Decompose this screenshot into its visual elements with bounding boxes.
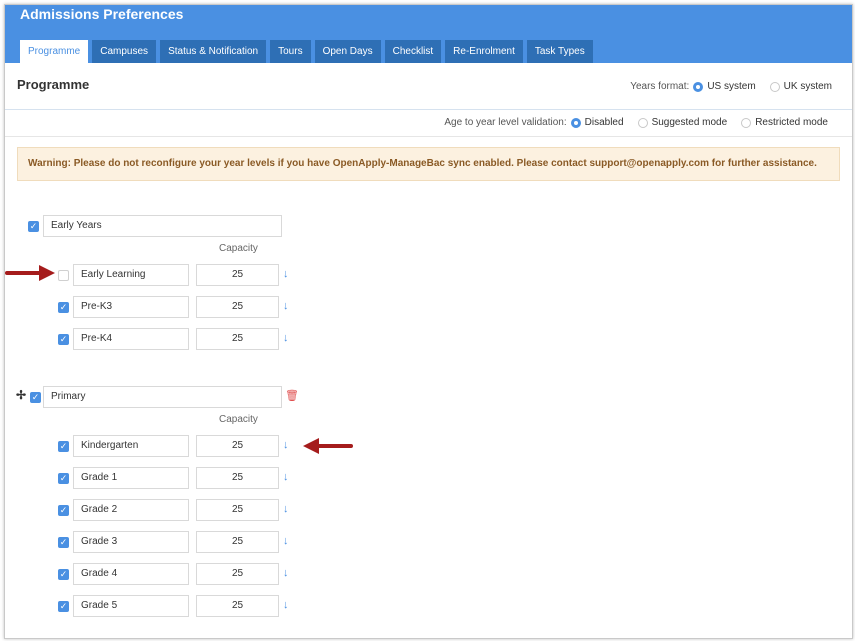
arrow-down-icon[interactable]: ↓ [283, 332, 289, 344]
level-checkbox[interactable]: ✓ [58, 334, 69, 345]
level-name-input[interactable]: Grade 5 [73, 595, 189, 617]
tab-status-notification[interactable]: Status & Notification [160, 40, 267, 63]
tab-tours[interactable]: Tours [270, 40, 311, 63]
suggested-mode-radio[interactable] [637, 117, 648, 128]
capacity-input[interactable]: 25 [196, 435, 279, 457]
restricted-mode-radio[interactable] [741, 117, 752, 128]
capacity-input[interactable]: 25 [196, 264, 279, 286]
capacity-label: Capacity [219, 414, 258, 425]
group-checkbox-early-years[interactable]: ✓ [28, 221, 39, 232]
trash-icon[interactable]: 🗑 [285, 389, 299, 402]
level-name-input[interactable]: Kindergarten [73, 435, 189, 457]
level-name-input[interactable]: Grade 3 [73, 531, 189, 553]
warning-banner: Warning: Please do not reconfigure your … [17, 147, 840, 181]
suggested-mode-label: Suggested mode [651, 117, 728, 128]
uk-system-radio[interactable] [769, 81, 780, 92]
tab-bar: Programme Campuses Status & Notification… [20, 40, 593, 63]
tab-campuses[interactable]: Campuses [92, 40, 157, 63]
level-name-input[interactable]: Grade 4 [73, 563, 189, 585]
level-checkbox[interactable]: ✓ [58, 537, 69, 548]
level-checkbox[interactable]: ✓ [58, 505, 69, 516]
group-checkbox-primary[interactable]: ✓ [30, 392, 41, 403]
age-validation: Age to year level validation: Disabled S… [444, 117, 828, 128]
header-bar: Admissions Preferences Programme Campuse… [5, 5, 852, 63]
level-checkbox[interactable]: ✓ [58, 569, 69, 580]
level-name-input[interactable]: Pre-K3 [73, 296, 189, 318]
us-system-radio[interactable] [693, 81, 704, 92]
capacity-input[interactable]: 25 [196, 595, 279, 617]
uk-system-label: UK system [783, 81, 832, 92]
level-checkbox[interactable]: ✓ [58, 302, 69, 313]
page-title: Programme [17, 77, 90, 92]
years-format: Years format: US system UK system [630, 81, 832, 92]
capacity-input[interactable]: 25 [196, 296, 279, 318]
tab-open-days[interactable]: Open Days [314, 40, 381, 63]
capacity-input[interactable]: 25 [196, 467, 279, 489]
tab-re-enrolment[interactable]: Re-Enrolment [445, 40, 523, 63]
arrow-down-icon[interactable]: ↓ [283, 503, 289, 515]
level-checkbox[interactable]: ✓ [58, 441, 69, 452]
capacity-input[interactable]: 25 [196, 499, 279, 521]
level-checkbox[interactable] [58, 270, 69, 281]
app-window: Admissions Preferences Programme Campuse… [4, 4, 853, 639]
drag-handle-icon[interactable]: ✢ [16, 388, 26, 402]
arrow-down-icon[interactable]: ↓ [283, 535, 289, 547]
capacity-label: Capacity [219, 243, 258, 254]
callout-arrow-icon [303, 438, 353, 454]
arrow-down-icon[interactable]: ↓ [283, 471, 289, 483]
level-name-input[interactable]: Grade 2 [73, 499, 189, 521]
callout-arrow-icon [5, 265, 55, 281]
divider [5, 136, 852, 137]
disabled-label: Disabled [584, 117, 624, 128]
page-header: Programme Years format: US system UK sys… [5, 63, 852, 110]
capacity-input[interactable]: 25 [196, 531, 279, 553]
arrow-down-icon[interactable]: ↓ [283, 599, 289, 611]
arrow-down-icon[interactable]: ↓ [283, 268, 289, 280]
years-format-label: Years format: [630, 81, 690, 92]
arrow-down-icon[interactable]: ↓ [283, 300, 289, 312]
tab-task-types[interactable]: Task Types [526, 40, 593, 63]
level-checkbox[interactable]: ✓ [58, 601, 69, 612]
level-name-input[interactable]: Early Learning [73, 264, 189, 286]
arrow-down-icon[interactable]: ↓ [283, 567, 289, 579]
disabled-radio[interactable] [570, 117, 581, 128]
capacity-input[interactable]: 25 [196, 328, 279, 350]
level-name-input[interactable]: Grade 1 [73, 467, 189, 489]
tab-checklist[interactable]: Checklist [384, 40, 442, 63]
group-name-input[interactable]: Early Years [43, 215, 282, 237]
capacity-input[interactable]: 25 [196, 563, 279, 585]
us-system-label: US system [707, 81, 756, 92]
level-name-input[interactable]: Pre-K4 [73, 328, 189, 350]
restricted-mode-label: Restricted mode [755, 117, 828, 128]
arrow-down-icon[interactable]: ↓ [283, 439, 289, 451]
level-checkbox[interactable]: ✓ [58, 473, 69, 484]
tab-programme[interactable]: Programme [20, 40, 89, 63]
age-validation-label: Age to year level validation: [444, 117, 567, 128]
app-title: Admissions Preferences [20, 6, 184, 22]
group-name-input[interactable]: Primary [43, 386, 282, 408]
